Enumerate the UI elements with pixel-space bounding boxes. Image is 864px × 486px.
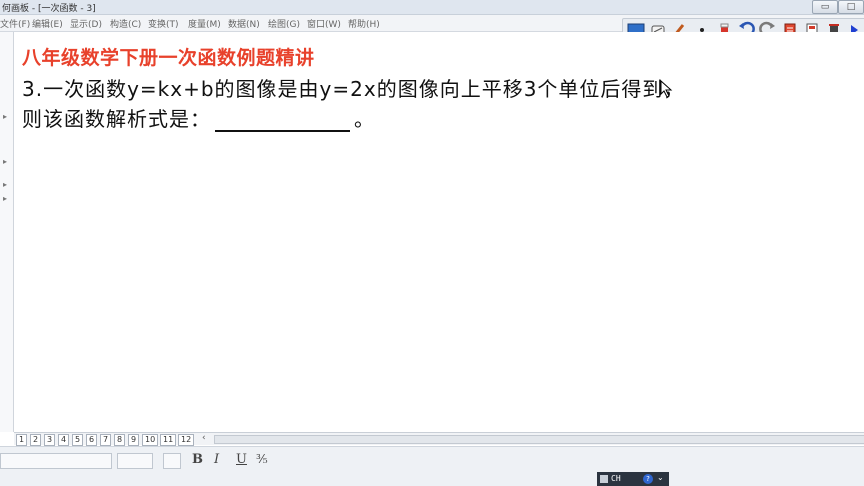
italic-button[interactable]: I <box>214 452 219 467</box>
page-tab-1[interactable]: 1 <box>16 434 28 446</box>
menu-window[interactable]: 窗口(W) <box>307 17 341 30</box>
page-tab-2[interactable]: 2 <box>30 434 42 446</box>
strip-arrow-icon[interactable]: ▸ <box>3 157 9 166</box>
page-tab-12[interactable]: 12 <box>178 434 195 446</box>
text-format-bar: B I U ⅗ <box>0 446 864 473</box>
font-size-select[interactable] <box>117 453 153 469</box>
minimize-button[interactable]: ▭ <box>812 0 838 14</box>
page-tab-6[interactable]: 6 <box>86 434 98 446</box>
horizontal-scrollbar[interactable] <box>214 435 864 444</box>
page-tab-10[interactable]: 10 <box>142 434 159 446</box>
menu-transform[interactable]: 变换(T) <box>148 17 179 30</box>
page-tab-7[interactable]: 7 <box>100 434 112 446</box>
page-tab-5[interactable]: 5 <box>72 434 84 446</box>
math-symbol-button[interactable]: ⅗ <box>256 452 268 466</box>
answer-blank <box>215 112 350 132</box>
bold-button[interactable]: B <box>192 452 203 467</box>
menu-view[interactable]: 显示(D) <box>70 17 102 30</box>
menu-help[interactable]: 帮助(H) <box>348 17 380 30</box>
options-icon[interactable]: ⌄ <box>657 473 664 482</box>
maximize-button[interactable]: □ <box>838 0 864 14</box>
language-indicator[interactable]: CH <box>611 474 621 483</box>
page-tab-11[interactable]: 11 <box>160 434 177 446</box>
left-tool-strip: ▸ ▸ ▸ ▸ <box>0 32 14 432</box>
color-select[interactable] <box>163 453 181 469</box>
keyboard-icon <box>600 475 608 483</box>
menu-file[interactable]: 文件(F) <box>0 17 30 30</box>
language-bar: CH ? ⌄ <box>597 472 669 486</box>
mouse-cursor-icon <box>660 80 673 98</box>
menu-graph[interactable]: 绘图(G) <box>268 17 300 30</box>
page-tab-8[interactable]: 8 <box>114 434 126 446</box>
problem-line-1: 3.一次函数y=kx+b的图像是由y=2x的图像向上平移3个单位后得到， <box>22 77 685 101</box>
font-family-select[interactable] <box>0 453 112 469</box>
page-tab-9[interactable]: 9 <box>128 434 140 446</box>
help-icon[interactable]: ? <box>643 474 653 484</box>
menu-edit[interactable]: 编辑(E) <box>32 17 63 30</box>
problem-line-2: 则该函数解析式是： 。 <box>22 103 375 132</box>
menu-data[interactable]: 数据(N) <box>228 17 260 30</box>
strip-arrow-icon[interactable]: ▸ <box>3 180 9 189</box>
bottom-area-right <box>669 472 864 486</box>
bottom-area <box>0 472 597 486</box>
underline-button[interactable]: U <box>236 452 247 467</box>
page-heading: 八年级数学下册一次函数例题精讲 <box>22 47 315 69</box>
tab-scroll-left-icon[interactable]: ‹ <box>202 433 206 443</box>
title-bar: 何画板 - [一次函数 - 3] ▭ □ <box>0 0 864 15</box>
menu-measure[interactable]: 度量(M) <box>188 17 221 30</box>
problem-line-2-suffix: 。 <box>354 107 375 131</box>
page-tab-3[interactable]: 3 <box>44 434 56 446</box>
page-tab-4[interactable]: 4 <box>58 434 70 446</box>
strip-arrow-icon[interactable]: ▸ <box>3 194 9 203</box>
strip-arrow-icon[interactable]: ▸ <box>3 112 9 121</box>
menu-construct[interactable]: 构造(C) <box>110 17 141 30</box>
window-title: 何画板 - [一次函数 - 3] <box>2 4 96 14</box>
problem-line-2-prefix: 则该函数解析式是： <box>22 107 211 131</box>
